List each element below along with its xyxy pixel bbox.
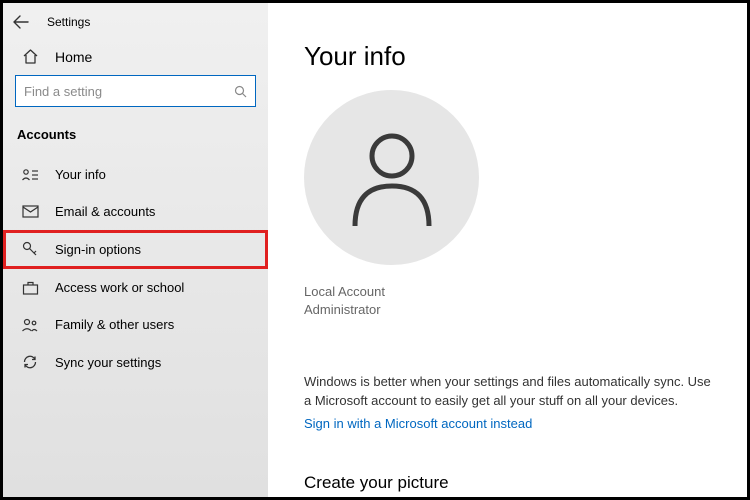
person-icon	[347, 128, 437, 228]
key-icon	[21, 241, 39, 258]
sidebar-item-your-info[interactable]: Your info	[3, 156, 268, 193]
sign-in-ms-account-link[interactable]: Sign in with a Microsoft account instead	[304, 416, 532, 431]
content-pane: Your info Local Account Administrator Wi…	[268, 3, 747, 497]
sidebar-item-access-work-school[interactable]: Access work or school	[3, 269, 268, 306]
back-arrow-icon[interactable]	[13, 15, 29, 29]
home-icon	[21, 49, 39, 65]
profile-card-icon	[21, 168, 39, 182]
sidebar-item-email-accounts[interactable]: Email & accounts	[3, 193, 268, 230]
topbar: Settings	[3, 11, 268, 39]
home-label: Home	[55, 49, 92, 65]
search-wrap	[3, 75, 268, 121]
sidebar-item-label: Sync your settings	[55, 355, 161, 370]
briefcase-icon	[21, 281, 39, 295]
account-role: Administrator	[304, 301, 711, 319]
sidebar: Settings Home Accounts Your info	[3, 3, 268, 497]
window-title: Settings	[47, 15, 90, 29]
settings-window: Settings Home Accounts Your info	[0, 0, 750, 500]
sync-description: Windows is better when your settings and…	[304, 373, 711, 409]
sidebar-item-label: Sign-in options	[55, 242, 141, 257]
people-icon	[21, 318, 39, 332]
sync-block: Windows is better when your settings and…	[304, 373, 711, 432]
sidebar-item-label: Email & accounts	[55, 204, 155, 219]
sidebar-item-sync-settings[interactable]: Sync your settings	[3, 343, 268, 381]
sidebar-item-label: Family & other users	[55, 317, 174, 332]
sync-icon	[21, 354, 39, 370]
mail-icon	[21, 205, 39, 218]
create-picture-heading: Create your picture	[304, 473, 711, 493]
avatar	[304, 90, 479, 265]
sidebar-item-family-users[interactable]: Family & other users	[3, 306, 268, 343]
home-nav[interactable]: Home	[3, 39, 268, 75]
sidebar-item-label: Your info	[55, 167, 106, 182]
sidebar-item-label: Access work or school	[55, 280, 184, 295]
search-icon	[234, 85, 247, 98]
section-title: Accounts	[3, 121, 268, 156]
account-type: Local Account	[304, 283, 711, 301]
sidebar-item-sign-in-options[interactable]: Sign-in options	[3, 230, 268, 269]
search-input[interactable]	[24, 84, 234, 99]
page-title: Your info	[304, 41, 711, 72]
search-box[interactable]	[15, 75, 256, 107]
